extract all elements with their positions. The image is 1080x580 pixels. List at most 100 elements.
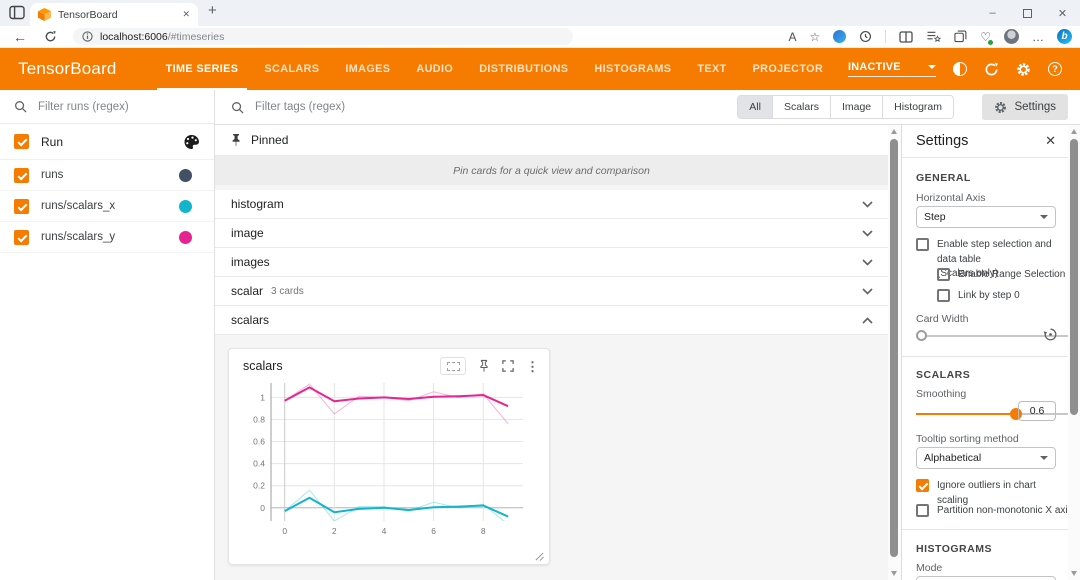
tab-time-series[interactable]: TIME SERIES xyxy=(153,48,252,90)
filter-scalars-button[interactable]: Scalars xyxy=(772,96,830,118)
svg-text:0: 0 xyxy=(282,526,287,536)
settings-scrollbar[interactable] xyxy=(1068,125,1080,580)
general-heading: GENERAL xyxy=(916,172,1056,184)
search-icon xyxy=(14,100,27,113)
horizontal-axis-label: Horizontal Axis xyxy=(916,192,1056,204)
settings-button-label: Settings xyxy=(1014,101,1056,113)
filter-image-button[interactable]: Image xyxy=(830,96,882,118)
card-more-icon[interactable]: ⋮ xyxy=(526,360,539,373)
favorites-star-icon[interactable]: ☆ xyxy=(809,31,820,43)
extension-icon[interactable] xyxy=(833,30,846,43)
tab-text[interactable]: TEXT xyxy=(684,48,739,90)
tab-layout-icon[interactable] xyxy=(9,5,25,20)
range-selection-checkbox[interactable] xyxy=(937,268,950,281)
profile-avatar[interactable] xyxy=(1004,29,1019,44)
url-field[interactable]: localhost:6006/#timeseries xyxy=(73,28,573,45)
dashboard-tabs: TIME SERIES SCALARS IMAGES AUDIO DISTRIB… xyxy=(153,48,837,90)
new-tab-button[interactable]: + xyxy=(208,2,217,19)
fit-to-data-button[interactable] xyxy=(440,357,466,375)
run-row[interactable]: runs/scalars_y xyxy=(0,222,214,253)
maximize-button[interactable] xyxy=(1010,0,1045,26)
runs-filter-input[interactable] xyxy=(36,100,200,114)
scroll-down-arrow[interactable] xyxy=(1071,571,1077,576)
section-scalar[interactable]: scalar 3 cards xyxy=(215,277,888,306)
tooltip-sorting-select[interactable]: Alphabetical xyxy=(916,447,1056,469)
step-selection-checkbox[interactable] xyxy=(916,238,929,251)
link-by-step-label: Link by step 0 xyxy=(958,289,1020,304)
close-tab-icon[interactable]: ✕ xyxy=(182,9,190,20)
scrollbar-thumb[interactable] xyxy=(1070,139,1078,415)
section-images[interactable]: images xyxy=(215,248,888,277)
close-settings-icon[interactable]: ✕ xyxy=(1045,133,1056,149)
partition-x-axis-checkbox[interactable] xyxy=(916,504,929,517)
tab-images[interactable]: IMAGES xyxy=(332,48,403,90)
history-refresh-icon[interactable] xyxy=(859,30,872,43)
tab-audio[interactable]: AUDIO xyxy=(403,48,466,90)
horizontal-axis-select[interactable]: Step xyxy=(916,206,1056,228)
split-screen-icon[interactable] xyxy=(899,31,913,43)
resize-handle[interactable] xyxy=(535,552,544,561)
link-by-step-checkbox[interactable] xyxy=(937,289,950,302)
maximize-icon xyxy=(1023,9,1032,18)
help-icon[interactable]: ? xyxy=(1048,62,1062,76)
gear-icon[interactable] xyxy=(1016,62,1031,77)
minimize-button[interactable]: – xyxy=(975,0,1010,26)
run-checkbox[interactable] xyxy=(14,199,29,214)
section-histogram[interactable]: histogram xyxy=(215,190,888,219)
main-scrollbar[interactable] xyxy=(888,125,901,580)
refresh-icon[interactable] xyxy=(984,62,999,77)
close-window-button[interactable]: ✕ xyxy=(1045,0,1080,26)
below-filter-bar: Pinned Pin cards for a quick view and co… xyxy=(215,125,1080,580)
tag-filter-input[interactable] xyxy=(253,100,443,114)
back-button[interactable]: ← xyxy=(13,30,27,44)
pin-card-icon[interactable] xyxy=(478,359,490,373)
tab-histograms[interactable]: HISTOGRAMS xyxy=(581,48,684,90)
run-row[interactable]: runs xyxy=(0,160,214,191)
filter-all-button[interactable]: All xyxy=(738,96,772,118)
run-checkbox[interactable] xyxy=(14,230,29,245)
svg-text:0: 0 xyxy=(260,503,265,513)
ignore-outliers-checkbox[interactable] xyxy=(916,479,929,492)
tab-scalars[interactable]: SCALARS xyxy=(251,48,332,90)
run-color-dot[interactable] xyxy=(179,169,192,182)
reload-status-select[interactable]: INACTIVE xyxy=(848,61,936,77)
collections-icon[interactable] xyxy=(926,30,941,43)
reset-card-width-icon[interactable] xyxy=(1043,327,1058,342)
read-aloud-icon[interactable]: A xyxy=(788,31,796,43)
url-host: localhost:6006 xyxy=(100,31,168,43)
run-color-dot[interactable] xyxy=(179,231,192,244)
browser-tab[interactable]: TensorBoard ✕ xyxy=(30,3,198,26)
scroll-down-arrow[interactable] xyxy=(891,571,897,576)
settings-button[interactable]: Settings xyxy=(982,94,1068,120)
dark-mode-icon[interactable] xyxy=(953,62,967,76)
run-checkbox[interactable] xyxy=(14,168,29,183)
scalars-chart[interactable]: 00.20.40.60.8102468 xyxy=(231,377,531,542)
section-scalars[interactable]: scalars xyxy=(215,306,888,335)
horizontal-axis-value: Step xyxy=(924,211,946,223)
bing-chat-icon[interactable]: b xyxy=(1057,29,1072,44)
palette-icon[interactable] xyxy=(183,134,200,150)
section-image[interactable]: image xyxy=(215,219,888,248)
fullscreen-icon[interactable] xyxy=(502,360,514,372)
filter-histogram-button[interactable]: Histogram xyxy=(882,96,953,118)
shopping-icon[interactable]: ♡ xyxy=(980,30,991,44)
scrollbar-thumb[interactable] xyxy=(890,139,898,557)
toolbar-divider xyxy=(885,30,886,43)
site-info-icon[interactable] xyxy=(82,31,93,42)
svg-text:8: 8 xyxy=(481,526,486,536)
run-row[interactable]: runs/scalars_x xyxy=(0,191,214,222)
mode-select[interactable] xyxy=(916,576,1056,580)
select-all-runs-checkbox[interactable] xyxy=(14,134,29,149)
smoothing-value-input[interactable]: 0.6 xyxy=(1018,401,1056,421)
tab-distributions[interactable]: DISTRIBUTIONS xyxy=(466,48,581,90)
scroll-up-arrow[interactable] xyxy=(1071,129,1077,134)
run-color-dot[interactable] xyxy=(179,200,192,213)
partition-x-axis-row: Partition non-monotonic X axis? xyxy=(916,504,1056,519)
more-menu-icon[interactable]: … xyxy=(1032,31,1044,43)
shopping-badge xyxy=(988,40,993,45)
tab-projector[interactable]: PROJECTOR xyxy=(740,48,837,90)
tab-group-icon[interactable] xyxy=(954,30,967,43)
slider-thumb[interactable] xyxy=(916,330,927,341)
reload-button[interactable] xyxy=(44,30,57,43)
scroll-up-arrow[interactable] xyxy=(891,129,897,134)
